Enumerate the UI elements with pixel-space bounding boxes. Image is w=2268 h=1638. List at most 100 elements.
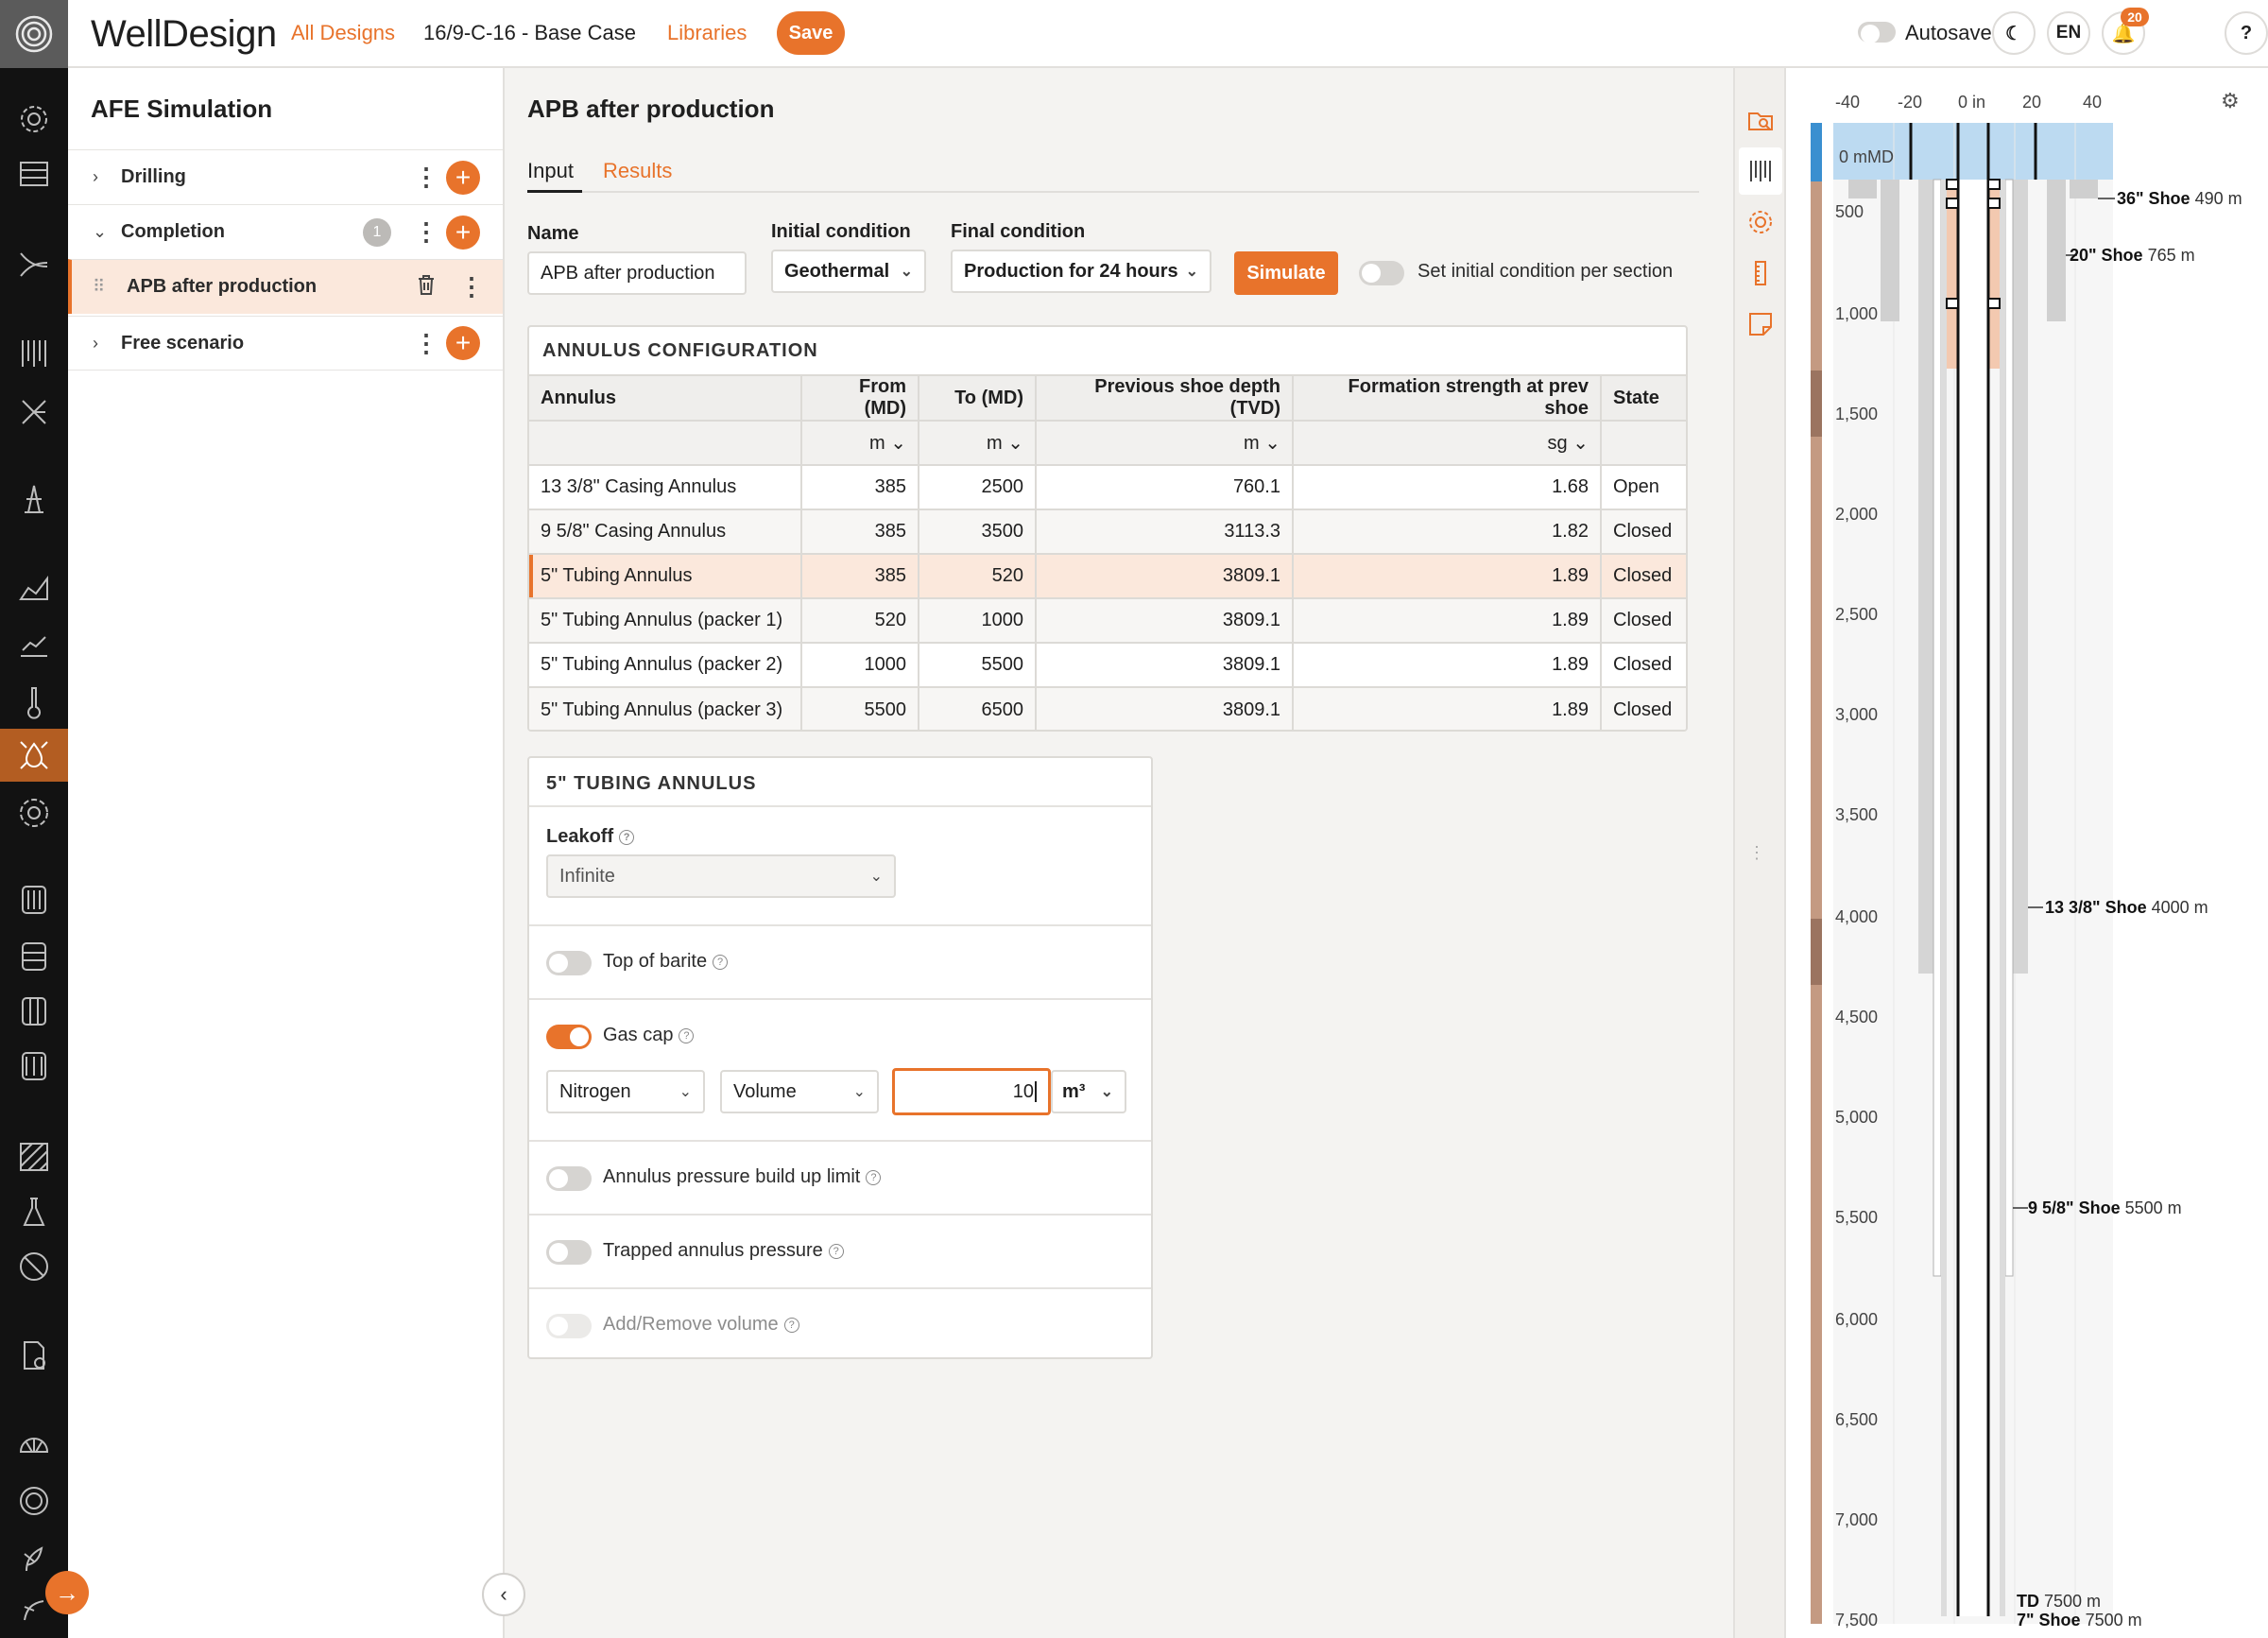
casing-icon[interactable] <box>0 873 68 926</box>
help-icon[interactable]: ? <box>783 1318 799 1333</box>
trajectory-icon[interactable] <box>0 238 68 291</box>
table-row[interactable]: 5" Tubing Annulus (packer 2) 1000 5500 3… <box>529 642 1686 687</box>
chevron-right-icon[interactable]: › <box>93 334 98 353</box>
help-icon[interactable]: ? <box>866 1170 882 1185</box>
gas-type-select[interactable]: Nitrogen ⌄ <box>546 1070 705 1113</box>
branch-icon[interactable] <box>0 386 68 439</box>
casing-3-icon[interactable] <box>0 985 68 1038</box>
kebab-menu-icon[interactable]: ⋮ <box>414 163 438 192</box>
trash-icon[interactable] <box>416 273 437 301</box>
database-icon[interactable] <box>0 147 68 200</box>
rings-logo-icon[interactable] <box>0 1474 68 1527</box>
icon-rail <box>0 0 68 1638</box>
gas-cap-toggle[interactable] <box>546 1025 592 1049</box>
add-button[interactable]: + <box>446 160 480 195</box>
final-condition-select[interactable]: Production for 24 hours ⌄ <box>951 250 1211 293</box>
rig-icon[interactable] <box>0 473 68 526</box>
chevron-right-icon[interactable]: › <box>93 167 98 187</box>
depth-tick: 1,500 <box>1835 405 1879 423</box>
kebab-menu-icon[interactable]: ⋮ <box>459 272 484 302</box>
tab-results[interactable]: Results <box>603 159 672 183</box>
tree-item-completion[interactable]: ⌄ Completion 1 ⋮ + <box>68 204 503 259</box>
tree-item-label: Drilling <box>121 166 186 187</box>
shell-logo-icon[interactable] <box>0 1418 68 1471</box>
thermometer-icon[interactable] <box>0 675 68 728</box>
well-schematic-icon[interactable] <box>0 327 68 380</box>
tree-item-drilling[interactable]: › Drilling ⋮ + <box>68 149 503 204</box>
well-schematic-tool-icon[interactable] <box>1739 147 1782 195</box>
chevron-down-icon: ⌄ <box>900 264 913 280</box>
table-row[interactable]: 9 5/8" Casing Annulus 385 3500 3113.3 1.… <box>529 509 1686 554</box>
gas-volume-input[interactable]: 10 <box>892 1068 1051 1115</box>
area-chart-icon[interactable] <box>0 561 68 614</box>
expand-rail-button[interactable]: → <box>45 1571 89 1614</box>
apb-simulation-icon[interactable] <box>0 729 68 782</box>
resize-handle-icon[interactable]: ⋮ <box>1748 843 1765 863</box>
gear-tool-icon[interactable] <box>1739 198 1782 246</box>
note-icon[interactable] <box>1739 301 1782 348</box>
collapse-panel-button[interactable]: ‹ <box>482 1573 525 1616</box>
drag-handle-icon[interactable]: ⠿ <box>93 277 105 297</box>
help-icon[interactable]: ? <box>828 1244 844 1259</box>
trapped-pressure-toggle[interactable] <box>546 1240 592 1265</box>
chevron-down-icon[interactable]: ⌄ <box>93 222 107 242</box>
table-row[interactable]: 5" Tubing Annulus (packer 3) 5500 6500 3… <box>529 686 1686 730</box>
per-section-toggle[interactable] <box>1359 261 1404 285</box>
tree-item-free-scenario[interactable]: › Free scenario ⋮ + <box>68 316 503 371</box>
tree-item-apb-after-production[interactable]: ⠿ APB after production ⋮ <box>68 259 503 314</box>
add-button[interactable]: + <box>446 215 480 250</box>
shoe-depth: 7500 m <box>2044 1592 2102 1611</box>
add-remove-volume-toggle[interactable] <box>546 1314 592 1338</box>
casing-2-icon[interactable] <box>0 930 68 983</box>
unit-select[interactable]: sg ⌄ <box>1293 420 1602 465</box>
hatch-icon[interactable] <box>0 1130 68 1183</box>
nav-all-designs[interactable]: All Designs <box>291 21 395 45</box>
unit-select[interactable]: m ⌄ <box>919 420 1037 465</box>
kebab-menu-icon[interactable]: ⋮ <box>414 329 438 358</box>
dark-mode-button[interactable]: ☾ <box>1992 11 2036 55</box>
depth-tick: 6,000 <box>1835 1310 1879 1329</box>
help-icon[interactable]: ? <box>679 1028 695 1043</box>
nav-libraries[interactable]: Libraries <box>667 21 747 45</box>
simulate-button[interactable]: Simulate <box>1234 251 1338 295</box>
top-of-barite-toggle[interactable] <box>546 951 592 975</box>
apb-limit-text: Annulus pressure build up limit <box>603 1166 861 1187</box>
ruler-icon[interactable] <box>1739 250 1782 297</box>
report-icon[interactable] <box>0 1329 68 1382</box>
kebab-menu-icon[interactable]: ⋮ <box>414 217 438 247</box>
help-button[interactable]: ? <box>2225 11 2268 55</box>
initial-condition-select[interactable]: Geothermal ⌄ <box>771 250 926 293</box>
tab-input[interactable]: Input <box>527 159 574 183</box>
shoe-depth: 4000 m <box>2151 898 2208 917</box>
casing-4-icon[interactable] <box>0 1040 68 1093</box>
unit-select[interactable]: m ⌄ <box>1036 420 1294 465</box>
unit-select[interactable]: m ⌄ <box>801 420 919 465</box>
block-icon[interactable] <box>0 1240 68 1293</box>
add-button[interactable]: + <box>446 326 480 360</box>
flask-icon[interactable] <box>0 1185 68 1238</box>
apb-limit-toggle[interactable] <box>546 1166 592 1191</box>
language-button[interactable]: EN <box>2047 11 2090 55</box>
trapped-pressure-label: Trapped annulus pressure? <box>603 1240 844 1262</box>
table-row[interactable]: 13 3/8" Casing Annulus 385 2500 760.1 1.… <box>529 464 1686 509</box>
table-row[interactable]: 5" Tubing Annulus (packer 1) 520 1000 38… <box>529 597 1686 643</box>
leakoff-select[interactable]: Infinite ⌄ <box>546 854 896 898</box>
autosave-toggle[interactable] <box>1858 22 1896 43</box>
line-chart-icon[interactable] <box>0 618 68 671</box>
count-badge: 1 <box>363 217 391 247</box>
gas-mode-select[interactable]: Volume ⌄ <box>720 1070 879 1113</box>
save-button[interactable]: Save <box>777 11 845 55</box>
help-icon[interactable]: ? <box>619 830 635 845</box>
depth-tick: 7,500 <box>1835 1611 1879 1629</box>
gas-unit-select[interactable]: m³ ⌄ <box>1051 1070 1126 1113</box>
settings-gear-icon[interactable] <box>0 93 68 146</box>
cog-icon[interactable] <box>0 786 68 839</box>
help-icon[interactable]: ? <box>713 955 729 970</box>
app-logo-icon[interactable] <box>0 0 68 68</box>
design-name[interactable]: 16/9-C-16 - Base Case <box>423 21 636 45</box>
table-row-selected[interactable]: 5" Tubing Annulus 385 520 3809.1 1.89 Cl… <box>529 553 1686 598</box>
chevron-down-icon: ⌄ <box>852 1084 866 1100</box>
name-input[interactable]: APB after production <box>527 251 747 295</box>
folder-search-icon[interactable] <box>1739 96 1782 144</box>
gas-unit-value: m³ <box>1062 1080 1086 1102</box>
